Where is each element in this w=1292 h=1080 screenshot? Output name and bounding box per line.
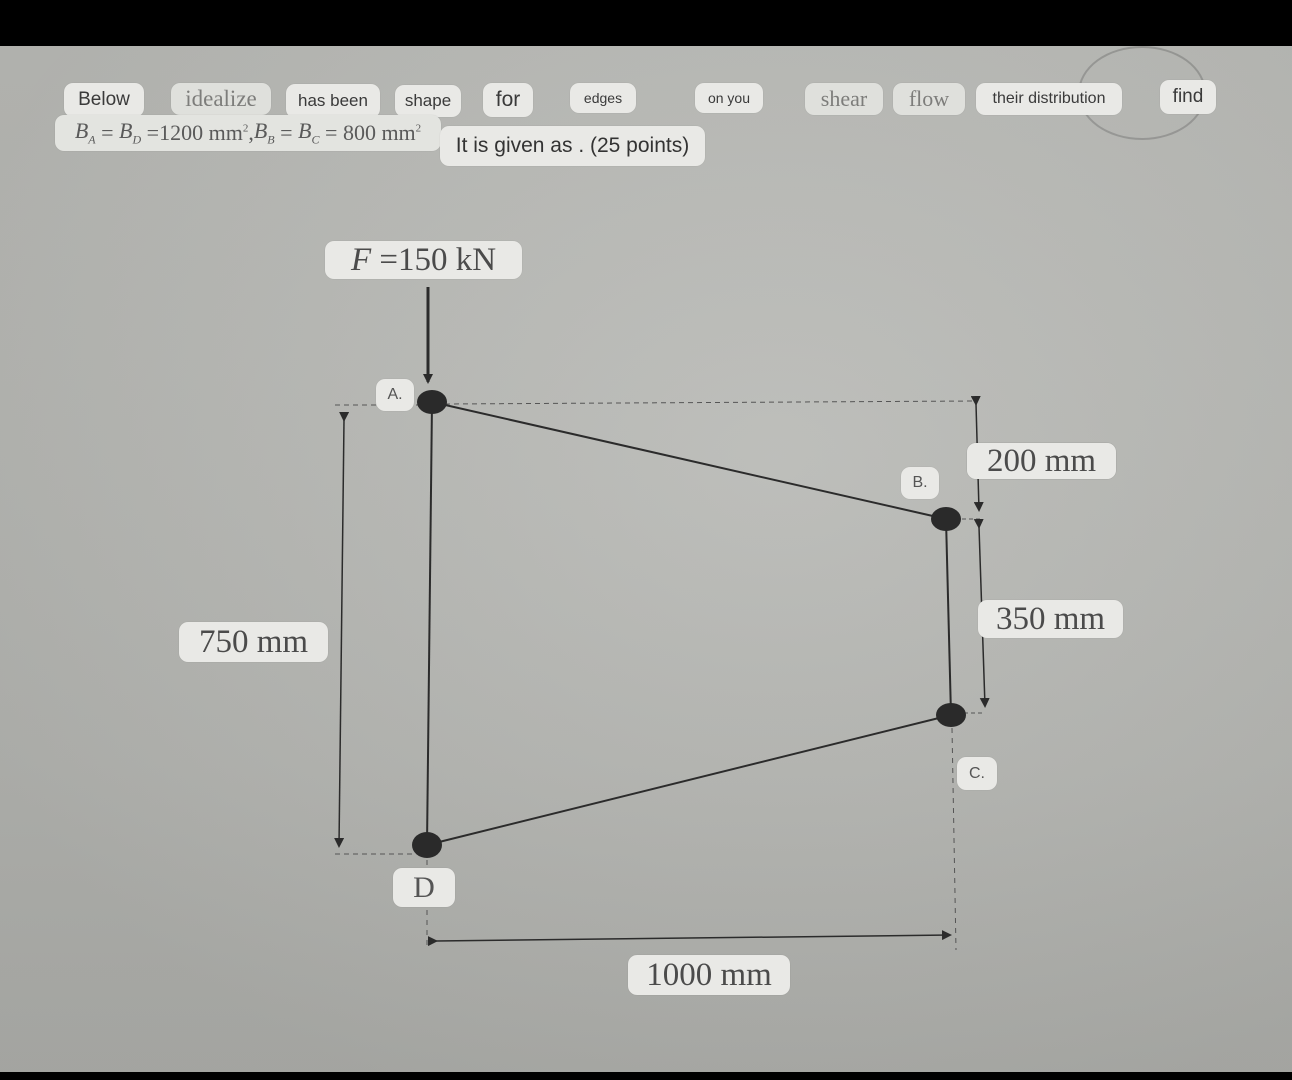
formula-B-B: BB bbox=[253, 118, 275, 147]
dim-label-750[interactable]: 750 mm bbox=[179, 622, 328, 662]
given-text-chip[interactable]: It is given as . (25 points) bbox=[440, 126, 705, 166]
boom-D[interactable] bbox=[412, 832, 442, 858]
word-chip-edges[interactable]: edges bbox=[570, 83, 636, 113]
web-DA bbox=[426, 401, 433, 846]
word-chip-has-been[interactable]: has been bbox=[286, 84, 380, 118]
given-boom-areas[interactable]: BA = BD =1200 mm2, BB = BC = 800 mm2 bbox=[55, 115, 441, 151]
boom-C[interactable] bbox=[936, 703, 966, 727]
node-label-B[interactable]: B. bbox=[901, 467, 939, 499]
word-chip-on-you[interactable]: on you bbox=[695, 83, 763, 113]
dim-label-1000[interactable]: 1000 mm bbox=[628, 955, 790, 995]
formula-eq: = bbox=[280, 120, 293, 145]
force-label[interactable]: F =150 kN bbox=[325, 241, 522, 279]
force-value: =150 kN bbox=[371, 241, 497, 278]
word-chip-find[interactable]: find bbox=[1160, 80, 1216, 114]
web-CD bbox=[426, 714, 952, 846]
boom-B[interactable] bbox=[931, 507, 961, 531]
formula-value-BC: = 800 mm2 bbox=[325, 120, 422, 145]
dim-label-200[interactable]: 200 mm bbox=[967, 443, 1116, 479]
word-chip-flow[interactable]: flow bbox=[893, 83, 965, 115]
formula-B-D: BD bbox=[119, 118, 142, 147]
word-chip-idealize[interactable]: idealize bbox=[171, 83, 271, 115]
word-chip-for[interactable]: for bbox=[483, 83, 533, 117]
formula-eq: = bbox=[101, 120, 114, 145]
formula-B-C: BC bbox=[298, 118, 320, 147]
node-label-C[interactable]: C. bbox=[957, 757, 997, 790]
dim-line-750 bbox=[334, 411, 350, 848]
dim-extension bbox=[951, 727, 957, 951]
dim-extension bbox=[444, 400, 976, 405]
dim-label-350[interactable]: 350 mm bbox=[978, 600, 1123, 638]
node-label-A[interactable]: A. bbox=[376, 379, 414, 411]
web-BC bbox=[945, 518, 952, 716]
node-label-D[interactable]: D bbox=[393, 868, 455, 907]
boom-A[interactable] bbox=[417, 390, 447, 414]
dim-line-1000 bbox=[427, 930, 952, 947]
word-chip-shear[interactable]: shear bbox=[805, 83, 883, 115]
formula-B-A: BA bbox=[74, 118, 96, 147]
web-AB bbox=[431, 401, 947, 520]
formula-value-AD: =1200 mm2, bbox=[146, 120, 254, 145]
word-chip-below[interactable]: Below bbox=[64, 83, 144, 117]
force-symbol: F bbox=[350, 241, 372, 278]
word-chip-shape[interactable]: shape bbox=[395, 85, 461, 117]
word-chip-their-distribution[interactable]: their distribution bbox=[976, 83, 1122, 115]
